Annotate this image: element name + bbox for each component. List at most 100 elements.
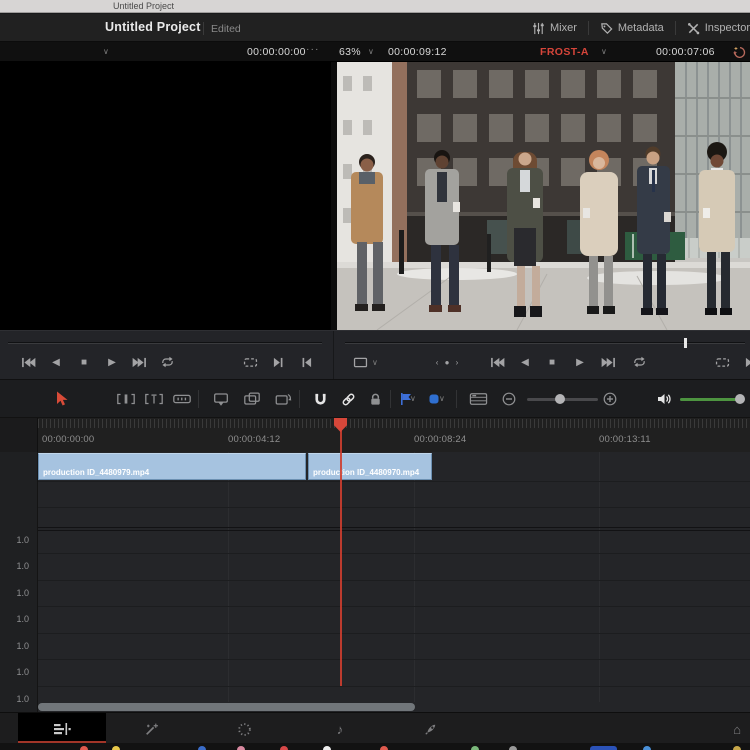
timeline-name[interactable]: FROST-A — [540, 46, 589, 58]
source-step-back-button[interactable]: ◀ — [44, 352, 68, 372]
source-step-forward-button[interactable] — [127, 352, 151, 372]
selection-mode-button[interactable] — [50, 389, 74, 409]
dynamic-trim-mode-button[interactable] — [142, 389, 166, 409]
source-options-icon[interactable]: ··· — [306, 43, 320, 55]
deliver-page-tab[interactable] — [420, 720, 440, 738]
source-first-frame-button[interactable] — [16, 352, 40, 372]
position-lock-button[interactable] — [363, 389, 387, 409]
dock-app-icon[interactable] — [323, 746, 331, 750]
timeline-step-back-button[interactable]: ◀ — [513, 352, 537, 372]
timeline-timecode[interactable]: 00:00:07:06 — [656, 46, 715, 58]
monitor-volume-slider[interactable] — [680, 398, 745, 401]
source-match-frame-button[interactable] — [238, 352, 262, 372]
timeline-play-button[interactable]: ▶ — [568, 352, 592, 372]
source-viewer-screen[interactable] — [0, 62, 331, 330]
source-clip-menu-chevron-icon[interactable]: ∨ — [103, 47, 109, 56]
rocket-icon — [423, 722, 438, 737]
timeline-zoom-slider[interactable] — [527, 398, 598, 401]
clip-duration-timecode[interactable]: 00:00:09:12 — [388, 46, 447, 58]
play-icon: ▶ — [576, 357, 584, 368]
audio-monitor-button[interactable] — [652, 389, 676, 409]
audio-track-level[interactable]: 1.0 — [16, 614, 29, 624]
dock-app-icon[interactable] — [198, 746, 206, 750]
timeline-menu-chevron-icon[interactable]: ∨ — [601, 47, 607, 56]
metadata-button[interactable]: Metadata — [600, 22, 664, 35]
source-scrub-bar[interactable] — [8, 342, 322, 344]
trim-edit-mode-button[interactable] — [114, 389, 138, 409]
linked-selection-button[interactable] — [336, 389, 360, 409]
inspector-button[interactable]: Inspector — [687, 22, 750, 35]
home-button[interactable]: ⌂ — [727, 720, 747, 738]
ruler-timecode: 00:00:13:11 — [599, 434, 651, 445]
zoom-in-button[interactable] — [598, 389, 622, 409]
source-play-button[interactable]: ▶ — [100, 352, 124, 372]
dock-app-icon[interactable] — [80, 746, 88, 750]
fusion-page-tab[interactable] — [141, 720, 161, 738]
zoom-menu-chevron-icon[interactable]: ∨ — [368, 47, 374, 56]
audio-track-level[interactable]: 1.0 — [16, 561, 29, 571]
insert-clip-button[interactable] — [209, 389, 233, 409]
overwrite-clip-button[interactable] — [240, 389, 264, 409]
audio-track-level[interactable]: 1.0 — [16, 641, 29, 651]
dock-app-icon[interactable] — [471, 746, 479, 750]
macos-dock-sliver — [0, 743, 750, 750]
timeline-horizontal-scrollbar[interactable] — [38, 703, 415, 711]
marker-chevron-icon[interactable]: ∨ — [439, 394, 445, 403]
zoom-out-button[interactable] — [497, 389, 521, 409]
blade-edit-mode-button[interactable] — [170, 389, 194, 409]
dock-app-icon[interactable] — [112, 746, 120, 750]
dock-app-icon[interactable] — [237, 746, 245, 750]
jog-control[interactable]: ‹ ● › — [430, 352, 466, 372]
timeline-area[interactable]: production ID_4480979.mp4 production ID_… — [0, 452, 750, 712]
window-titlebar[interactable]: Untitled Project — [0, 0, 750, 13]
dock-app-icon[interactable] — [590, 746, 617, 750]
timeline-goto-out-button[interactable] — [738, 352, 750, 372]
dock-app-icon[interactable] — [380, 746, 388, 750]
timeline-viewer-screen[interactable] — [337, 62, 750, 330]
volume-fill — [680, 398, 742, 401]
dock-app-icon[interactable] — [733, 746, 741, 750]
timeline-match-frame-button[interactable] — [710, 352, 734, 372]
davinci-resolve-window: Untitled Project Untitled Project Edited… — [0, 0, 750, 750]
source-goto-out-button[interactable] — [266, 352, 290, 372]
header-separator — [203, 22, 204, 35]
source-timecode[interactable]: 00:00:00:00 — [247, 46, 306, 58]
timeline-clip[interactable]: production ID_4480979.mp4 — [38, 453, 306, 480]
snapping-button[interactable] — [308, 389, 332, 409]
color-page-tab[interactable] — [234, 720, 254, 738]
audio-track-level[interactable]: 1.0 — [16, 535, 29, 545]
track-separator — [0, 580, 750, 581]
source-goto-in-button[interactable] — [294, 352, 318, 372]
flag-chevron-icon[interactable]: ∨ — [410, 394, 416, 403]
resolve-color-management-icon[interactable] — [732, 45, 747, 60]
step-back-icon: ◀ — [52, 357, 60, 368]
source-loop-button[interactable] — [155, 352, 179, 372]
viewer-overlay-mode-button[interactable] — [348, 352, 372, 372]
dock-app-icon[interactable] — [280, 746, 288, 750]
volume-slider-knob[interactable] — [735, 394, 745, 404]
timeline-first-frame-button[interactable] — [485, 352, 509, 372]
fairlight-page-tab[interactable]: ♪ — [330, 720, 350, 738]
dock-app-icon[interactable] — [509, 746, 517, 750]
timeline-loop-button[interactable] — [627, 352, 651, 372]
replace-clip-button[interactable] — [271, 389, 295, 409]
audio-track-level[interactable]: 1.0 — [16, 694, 29, 704]
edit-page-tab[interactable] — [52, 720, 72, 738]
timeline-stop-button[interactable]: ■ — [540, 352, 564, 372]
audio-track-level[interactable]: 1.0 — [16, 588, 29, 598]
timeline-clip[interactable]: production ID_4480970.mp4 — [308, 453, 432, 480]
track-header-column[interactable]: 1.0 1.0 1.0 1.0 1.0 1.0 1.0 — [0, 452, 38, 712]
zoom-slider-knob[interactable] — [555, 394, 565, 404]
scrub-playhead-tick[interactable] — [684, 338, 687, 348]
audio-track-level[interactable]: 1.0 — [16, 667, 29, 677]
source-stop-button[interactable]: ■ — [72, 352, 96, 372]
track-separator — [0, 606, 750, 607]
timeline-ruler[interactable]: 00:00:00:00 00:00:04:12 00:00:08:24 00:0… — [0, 417, 750, 452]
overlay-mode-chevron-icon[interactable]: ∨ — [372, 358, 378, 367]
viewer-zoom-level[interactable]: 63% — [339, 46, 361, 58]
timeline-step-forward-button[interactable] — [596, 352, 620, 372]
inspector-icon — [687, 22, 700, 35]
mixer-button[interactable]: Mixer — [532, 22, 577, 35]
dock-app-icon[interactable] — [643, 746, 651, 750]
timeline-view-options-button[interactable] — [466, 389, 490, 409]
